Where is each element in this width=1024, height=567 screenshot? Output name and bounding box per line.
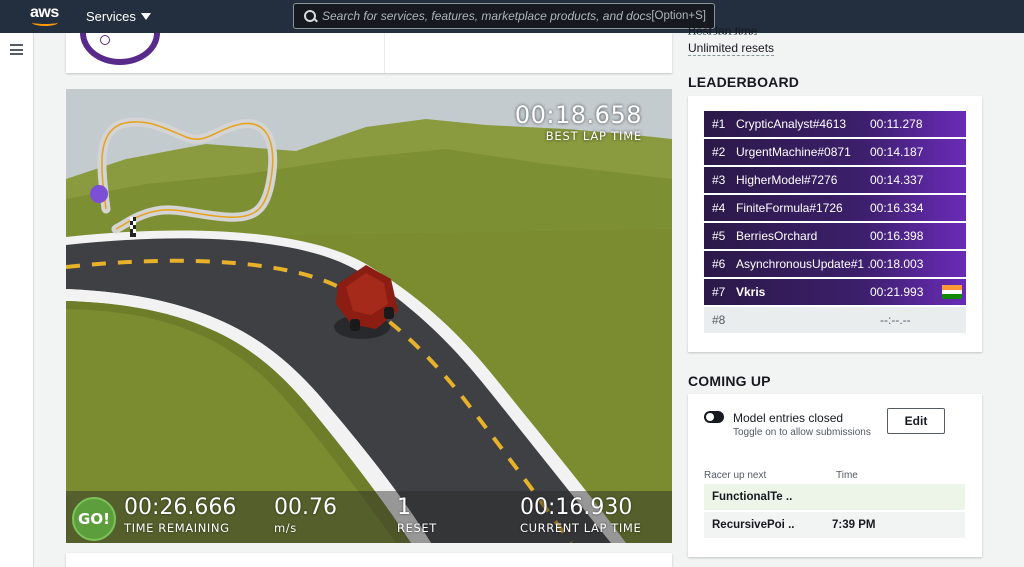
speed-unit: m/s <box>274 521 297 535</box>
event-logo-clip <box>66 33 226 73</box>
queue-row: FunctionalTe .. <box>704 484 965 510</box>
race-track-scene <box>66 89 672 543</box>
unlimited-resets-rule: Unlimited resets <box>688 41 775 56</box>
row-lap-time: --:--.-- <box>880 313 911 327</box>
current-lap-value: 00:16.930 <box>520 495 633 520</box>
row-rank: #5 <box>712 229 726 243</box>
row-rank: #7 <box>712 285 726 299</box>
hamburger-menu-icon[interactable] <box>10 44 23 55</box>
leaderboard-row: #4 FiniteFormula#1726 00:16.334 <box>704 195 966 221</box>
row-lap-time: 00:11.278 <box>870 117 923 131</box>
row-racer-name: FiniteFormula#1726 <box>736 201 843 215</box>
row-lap-time: 00:16.334 <box>870 201 924 215</box>
row-racer-name: Vkris <box>736 285 766 299</box>
row-rank: #1 <box>712 117 726 131</box>
reset-count: 1 <box>397 495 411 520</box>
time-remaining-label: TIME REMAINING <box>124 521 230 535</box>
search-bar[interactable]: [Option+S] <box>293 3 715 29</box>
row-racer-name: BerriesOrchard <box>736 229 818 243</box>
left-rail <box>0 33 34 567</box>
row-lap-time: 00:14.337 <box>870 173 924 187</box>
row-racer-name: CrypticAnalyst#4613 <box>736 117 847 131</box>
best-lap-rule: Best lap time <box>688 24 758 35</box>
queue-racer-name: FunctionalTe .. <box>712 491 793 503</box>
coming-up-card: Model entries closed Toggle on to allow … <box>688 394 982 557</box>
leaderboard-row: #6 AsynchronousUpdate#1 .. 00:18.003 <box>704 251 966 277</box>
racer-column-header: Racer up next <box>704 470 767 481</box>
time-column-header: Time <box>836 470 858 481</box>
model-entries-description: Toggle on to allow submissions <box>733 427 871 438</box>
race-video-stream: 00:18.658 BEST LAP TIME GO! 00:26.666 TI… <box>66 89 672 543</box>
speed-value: 00.76 <box>274 495 337 520</box>
row-lap-time: 00:21.993 <box>870 285 924 299</box>
leaderboard-row: #2 UrgentMachine#0871 00:14.187 <box>704 139 966 165</box>
search-shortcut-hint: [Option+S] <box>651 10 706 22</box>
top-nav-bar: aws Services [Option+S] <box>0 0 1024 33</box>
speed-display: 00.76 m/s <box>274 495 337 535</box>
best-lap-display: 00:18.658 BEST LAP TIME <box>515 101 642 143</box>
row-lap-time: 00:18.003 <box>870 257 924 271</box>
queue-racer-name: RecursivePoi .. <box>712 519 795 531</box>
queue-time: 7:39 PM <box>832 519 876 531</box>
india-flag-icon <box>942 285 962 299</box>
caret-down-icon <box>140 13 151 20</box>
coming-up-title: COMING UP <box>688 373 771 389</box>
event-info-card <box>66 33 672 73</box>
queue-row: RecursivePoi .. 7:39 PM <box>704 512 965 538</box>
time-remaining-value: 00:26.666 <box>124 495 237 520</box>
row-racer-name: HigherModel#7276 <box>736 173 838 187</box>
race-rules-info: Best lap time Unlimited resets <box>688 24 775 56</box>
model-entries-toggle[interactable] <box>704 411 724 423</box>
row-racer-name: AsynchronousUpdate#1 .. <box>736 257 870 271</box>
services-menu-button[interactable]: Services <box>86 9 151 24</box>
model-entries-label: Model entries closed <box>733 411 844 425</box>
go-indicator: GO! <box>72 497 116 541</box>
row-racer-name: UrgentMachine#0871 <box>736 145 851 159</box>
row-lap-time: 00:14.187 <box>870 145 924 159</box>
race-hud-bar: GO! 00:26.666 TIME REMAINING 00.76 m/s 1… <box>66 491 672 543</box>
card-divider <box>384 33 385 73</box>
below-video-card <box>66 553 672 567</box>
row-rank: #8 <box>712 313 726 327</box>
row-rank: #3 <box>712 173 726 187</box>
services-label: Services <box>86 9 136 24</box>
leaderboard-row: #5 BerriesOrchard 00:16.398 <box>704 223 966 249</box>
row-lap-time: 00:16.398 <box>870 229 924 243</box>
reset-display: 1 RESET <box>397 495 437 535</box>
row-rank: #4 <box>712 201 726 215</box>
leaderboard-card: #1 CrypticAnalyst#4613 00:11.278 #2 Urge… <box>688 96 982 352</box>
row-rank: #6 <box>712 257 726 271</box>
leaderboard-row: #8 --:--.-- <box>704 307 966 333</box>
leaderboard-row: #1 CrypticAnalyst#4613 00:11.278 <box>704 111 966 137</box>
row-rank: #2 <box>712 145 726 159</box>
leaderboard-title: LEADERBOARD <box>688 74 800 90</box>
best-lap-label: BEST LAP TIME <box>545 129 642 143</box>
time-remaining-display: 00:26.666 TIME REMAINING <box>124 495 236 535</box>
reset-label: RESET <box>397 521 437 535</box>
aws-smile-icon <box>32 19 58 26</box>
leaderboard-row: #3 HigherModel#7276 00:14.337 <box>704 167 966 193</box>
best-lap-time: 00:18.658 <box>514 101 642 129</box>
aws-logo[interactable]: aws <box>30 4 64 28</box>
event-logo-icon <box>80 33 160 65</box>
search-icon <box>294 4 322 28</box>
leaderboard-row: #7 Vkris 00:21.993 <box>704 279 966 305</box>
edit-button[interactable]: Edit <box>887 408 945 434</box>
current-lap-label: CURRENT LAP TIME <box>520 521 642 535</box>
current-lap-display: 00:16.930 CURRENT LAP TIME <box>520 495 641 535</box>
search-input[interactable] <box>322 9 652 23</box>
